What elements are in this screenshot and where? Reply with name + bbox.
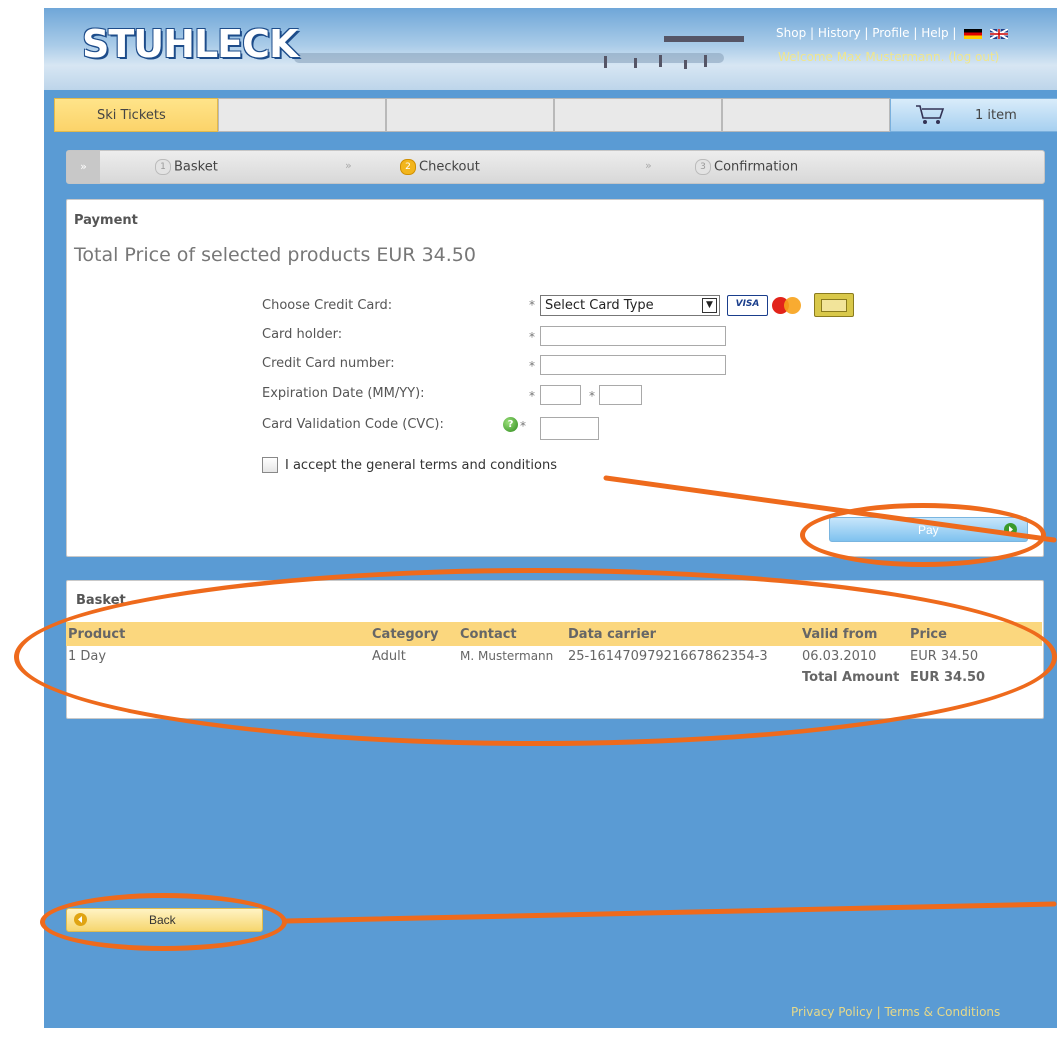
annotation-lines [283,475,1057,924]
